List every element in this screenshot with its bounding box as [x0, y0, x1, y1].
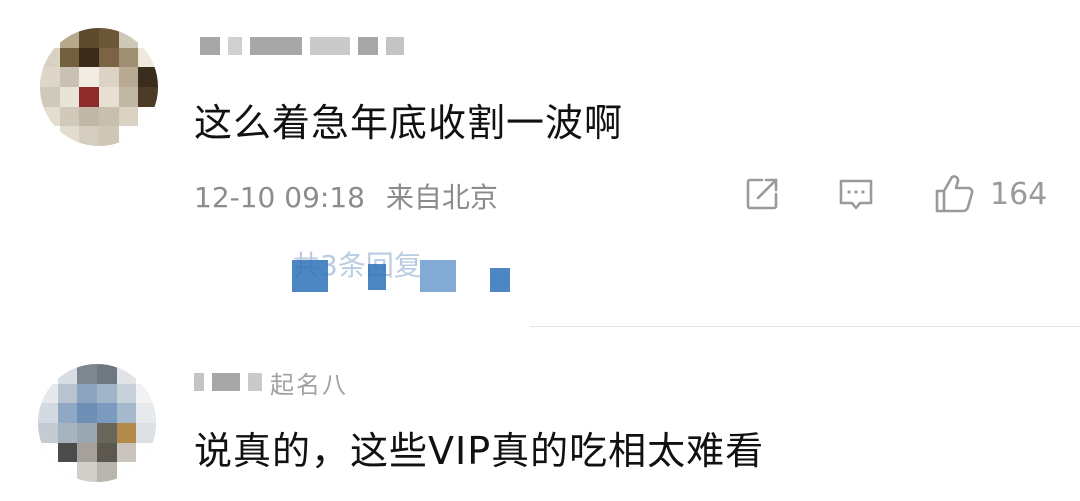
- timestamp: 12-10 09:18: [194, 181, 365, 214]
- location: 来自北京: [385, 181, 498, 214]
- comment-meta: 12-10 09:18 来自北京: [194, 176, 498, 216]
- comment-text: 说真的，这些VIP真的吃相太难看: [194, 429, 765, 473]
- username-mosaic: [358, 37, 378, 55]
- view-replies-link[interactable]: 共3条回复: [292, 244, 510, 292]
- comment-text: 这么着急年底收割一波啊: [194, 101, 624, 145]
- username-mosaic: [386, 37, 404, 55]
- avatar[interactable]: [40, 28, 158, 146]
- username-mosaic: [310, 37, 350, 55]
- comment-item: 起名八 说真的，这些VIP真的吃相太难看: [0, 340, 1080, 501]
- username-mosaic: [194, 373, 204, 391]
- username-mosaic: [248, 373, 262, 391]
- comment-button[interactable]: [836, 174, 876, 214]
- replies-mosaic: [292, 260, 532, 296]
- username-mosaic: [250, 37, 302, 55]
- username[interactable]: 起名八: [194, 370, 348, 399]
- comment-icon: [836, 174, 876, 214]
- like-count: 164: [990, 176, 1048, 212]
- share-button[interactable]: [742, 174, 782, 214]
- comment-divider: [530, 326, 1080, 327]
- share-icon: [742, 174, 782, 214]
- comment-actions: 164: [742, 172, 1047, 216]
- username-mosaic: [212, 373, 240, 391]
- avatar[interactable]: [38, 364, 156, 482]
- like-button[interactable]: 164: [932, 172, 1047, 216]
- username-mosaic: [228, 37, 242, 55]
- username-mosaic: [200, 37, 220, 55]
- comment-item: 这么着急年底收割一波啊 12-10 09:18 来自北京 164 共3条回复: [0, 0, 1080, 326]
- username-text: 起名八: [270, 370, 348, 399]
- username[interactable]: [200, 34, 412, 58]
- like-icon: [932, 172, 976, 216]
